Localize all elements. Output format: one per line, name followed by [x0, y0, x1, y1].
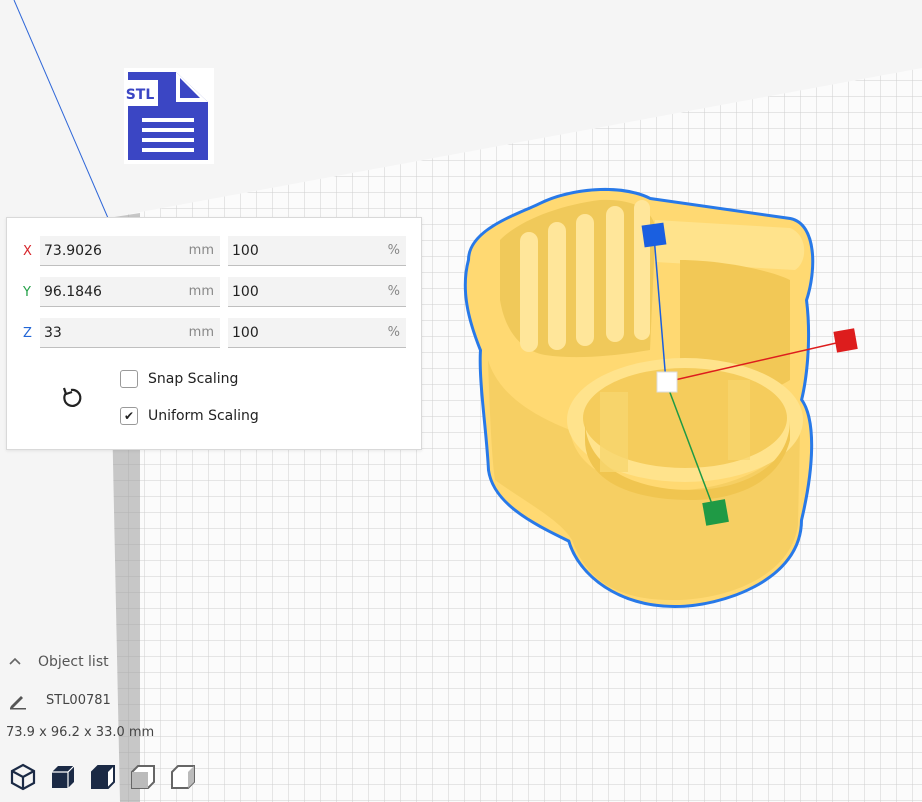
percent-x-field[interactable]: 100 %: [228, 236, 406, 266]
reset-icon[interactable]: [57, 384, 85, 412]
object-row: STL00781: [8, 690, 111, 710]
stl-file-icon: STL: [124, 68, 214, 164]
object-list-toggle[interactable]: Object list: [8, 654, 109, 670]
size-z-value: 33: [44, 324, 62, 341]
percent-z-field[interactable]: 100 %: [228, 318, 406, 348]
size-y-unit: mm: [188, 284, 214, 299]
scale-panel: X 73.9026 mm 100 % Y 96.1846 mm 100 % Z …: [6, 217, 422, 450]
size-z-unit: mm: [188, 325, 214, 340]
axis-label-x: X: [23, 244, 32, 259]
object-dimensions: 73.9 x 96.2 x 33.0 mm: [6, 725, 155, 740]
axis-guide-line: [13, 0, 109, 219]
size-z-field[interactable]: 33 mm: [40, 318, 220, 348]
gizmo-x-handle[interactable]: [833, 328, 858, 353]
left-view-icon[interactable]: [128, 762, 158, 792]
snap-scaling-toggle[interactable]: Snap Scaling: [120, 370, 238, 388]
gizmo-center-handle[interactable]: [656, 371, 678, 393]
percent-y-unit: %: [387, 284, 400, 299]
object-name: STL00781: [46, 692, 111, 708]
front-view-icon[interactable]: [48, 762, 78, 792]
size-x-field[interactable]: 73.9026 mm: [40, 236, 220, 266]
chevron-up-icon: [9, 657, 21, 665]
percent-y-field[interactable]: 100 %: [228, 277, 406, 307]
snap-scaling-checkbox[interactable]: [120, 370, 138, 388]
checkmark-icon: ✔: [123, 409, 135, 423]
percent-x-unit: %: [387, 243, 400, 258]
axis-label-z: Z: [23, 326, 32, 341]
size-y-field[interactable]: 96.1846 mm: [40, 277, 220, 307]
percent-x-value: 100: [232, 242, 259, 259]
percent-z-unit: %: [387, 325, 400, 340]
pencil-icon[interactable]: [8, 690, 28, 710]
percent-y-value: 100: [232, 283, 259, 300]
uniform-scaling-toggle[interactable]: ✔ Uniform Scaling: [120, 407, 259, 425]
gizmo-y-handle[interactable]: [702, 499, 729, 526]
gizmo-z-handle[interactable]: [641, 222, 667, 248]
3d-view-icon[interactable]: [8, 762, 38, 792]
view-buttons: [8, 762, 208, 792]
top-view-icon[interactable]: [88, 762, 118, 792]
uniform-scaling-label: Uniform Scaling: [148, 408, 259, 424]
right-view-icon[interactable]: [168, 762, 198, 792]
size-y-value: 96.1846: [44, 283, 102, 300]
percent-z-value: 100: [232, 324, 259, 341]
stl-file-label: STL: [126, 87, 155, 103]
object-list-label: Object list: [38, 654, 109, 670]
snap-scaling-label: Snap Scaling: [148, 371, 239, 387]
size-x-unit: mm: [188, 243, 214, 258]
size-x-value: 73.9026: [44, 242, 102, 259]
axis-label-y: Y: [23, 285, 31, 300]
uniform-scaling-checkbox[interactable]: ✔: [120, 407, 138, 425]
